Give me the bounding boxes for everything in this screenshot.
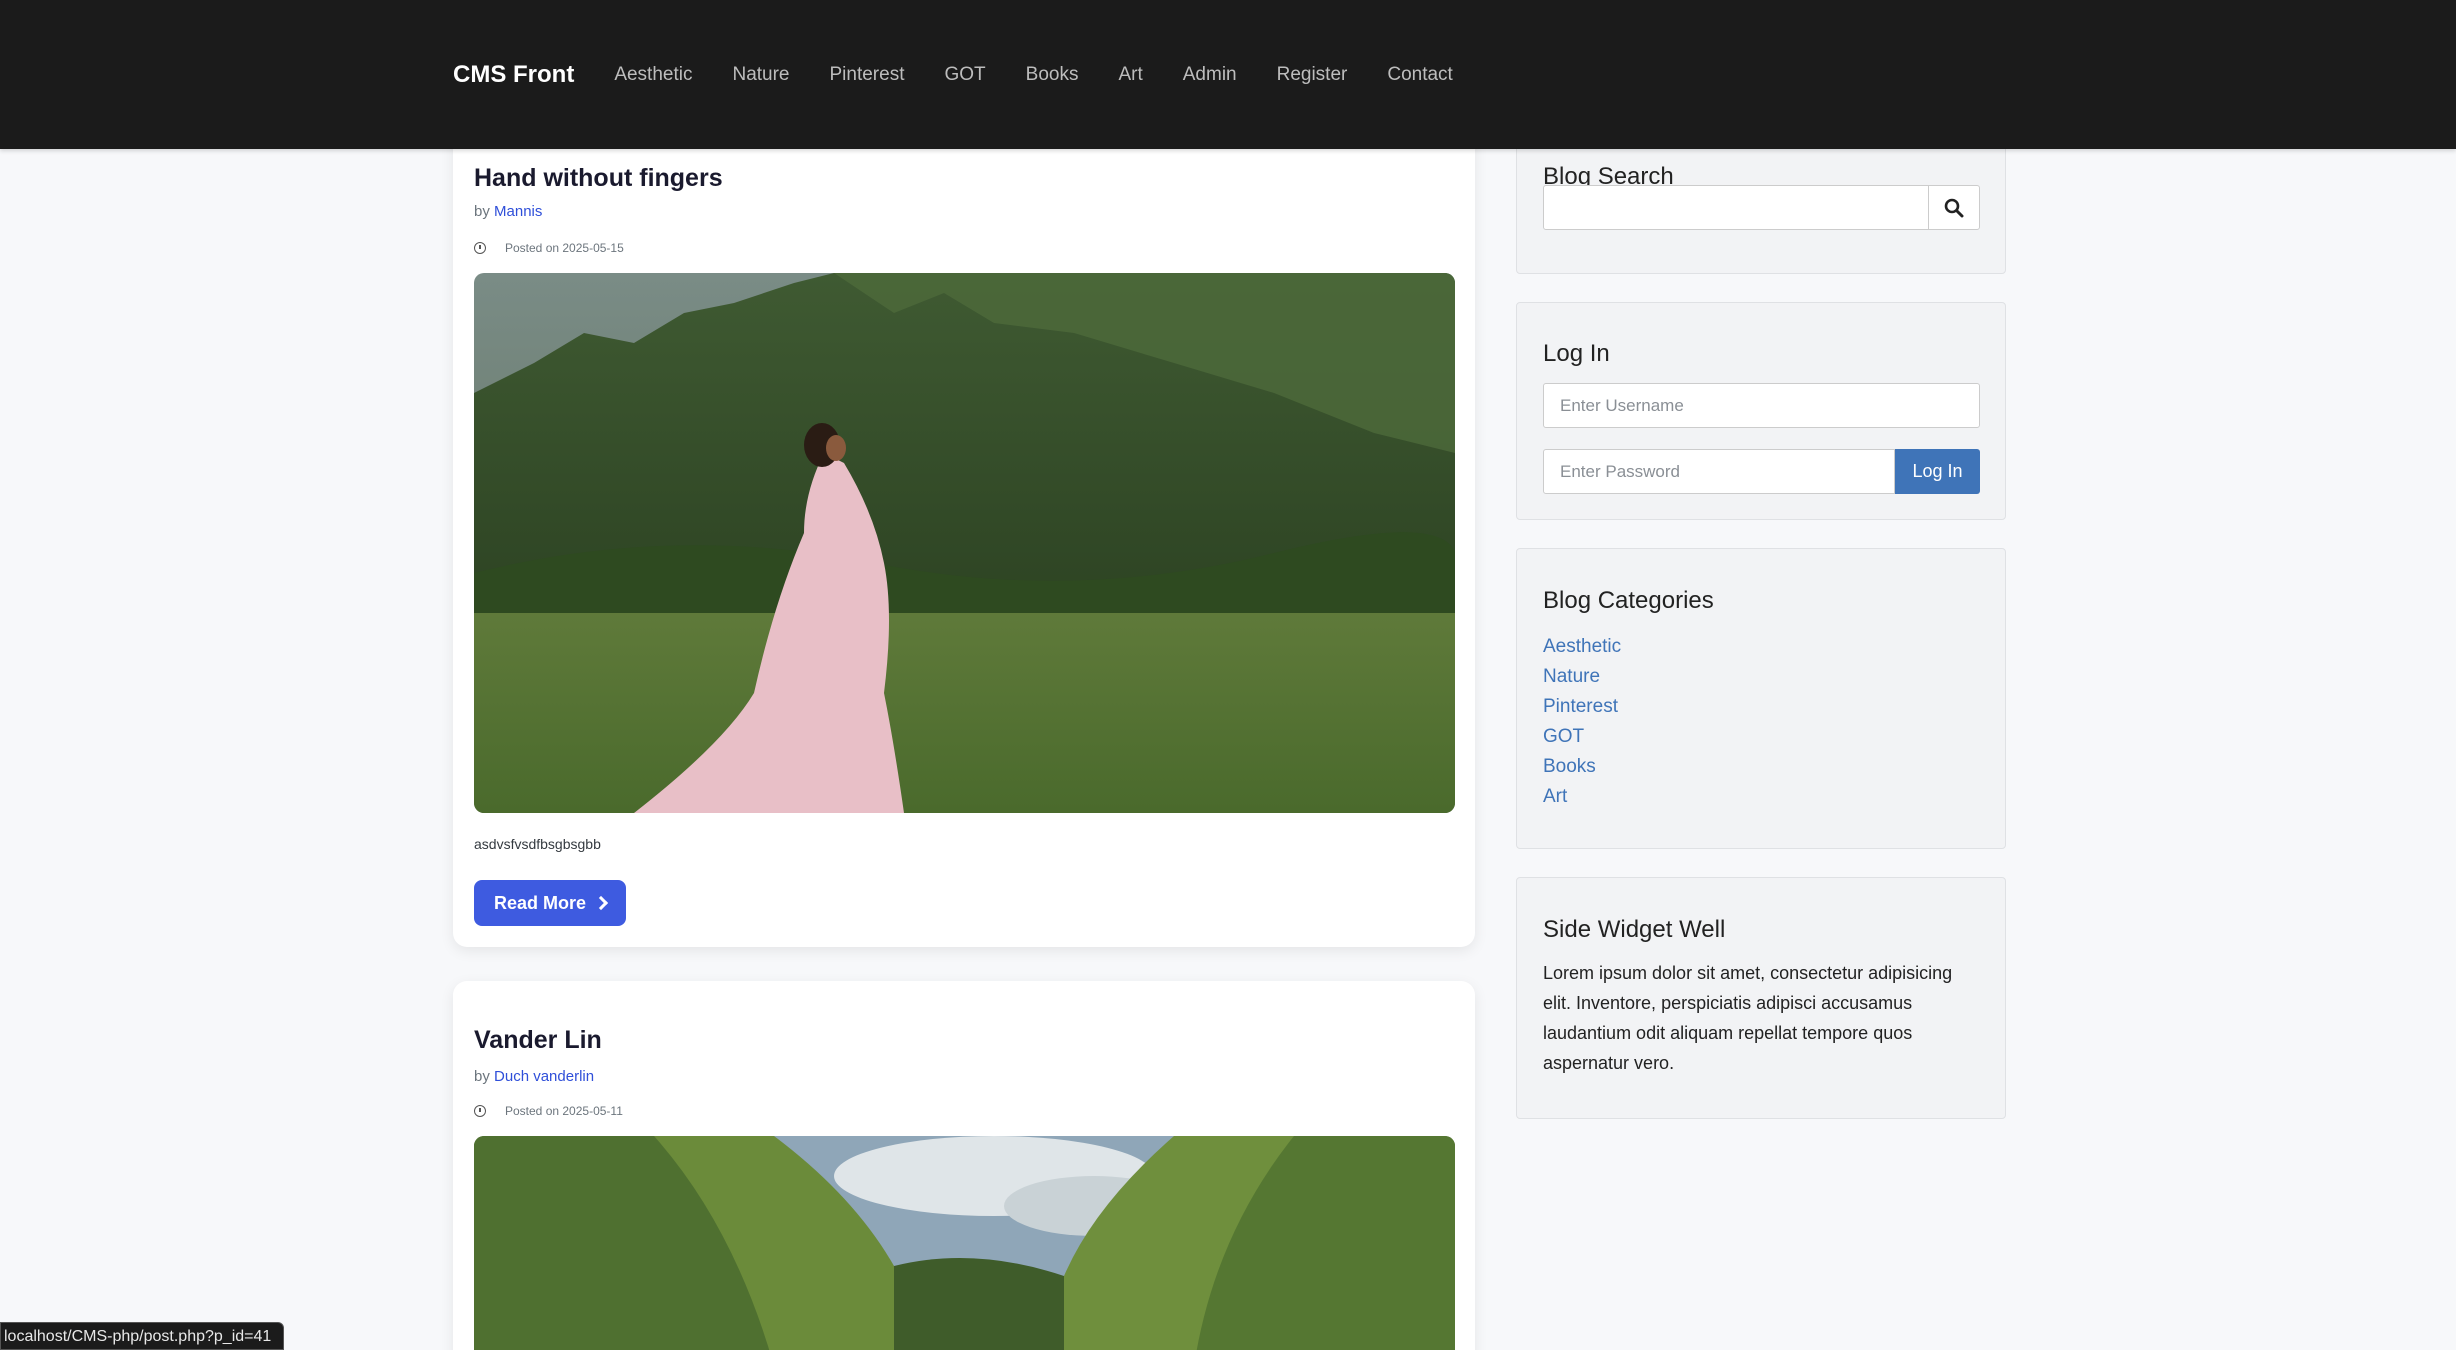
side-widget-title: Side Widget Well [1543,916,1726,943]
search-button[interactable] [1928,185,1980,230]
nav-link-admin[interactable]: Admin [1183,64,1237,86]
top-navbar: CMS Front Aesthetic Nature Pinterest GOT… [0,0,2456,149]
search-icon [1944,198,1964,217]
list-item: Aesthetic [1543,632,1621,662]
clock-icon [474,1105,486,1117]
nav-link-aesthetic[interactable]: Aesthetic [614,64,692,86]
category-list: Aesthetic Nature Pinterest GOT Books Art [1543,632,1621,812]
post-title[interactable]: Hand without fingers [474,164,723,193]
post-image[interactable] [474,1136,1455,1350]
by-label: by [474,1068,490,1085]
list-item: Pinterest [1543,692,1621,722]
post-date-line: Posted on 2025-05-15 [474,241,624,255]
post-title[interactable]: Vander Lin [474,1026,602,1055]
chevron-right-icon [593,895,609,911]
post-date: Posted on 2025-05-15 [505,241,624,255]
category-link-nature[interactable]: Nature [1543,666,1600,687]
post-image[interactable] [474,273,1455,813]
clock-icon [474,242,486,254]
category-link-aesthetic[interactable]: Aesthetic [1543,636,1621,657]
nav-link-pinterest[interactable]: Pinterest [830,64,905,86]
brand-link[interactable]: CMS Front [453,61,574,89]
nav-link-contact[interactable]: Contact [1387,64,1452,86]
post-author-line: by Duch vanderlin [474,1068,594,1085]
category-link-pinterest[interactable]: Pinterest [1543,696,1618,717]
post-date-line: Posted on 2025-05-11 [474,1104,623,1118]
post-date: Posted on 2025-05-11 [505,1104,623,1118]
post-author-line: by Mannis [474,203,542,220]
list-item: Nature [1543,662,1621,692]
login-button[interactable]: Log In [1895,449,1980,494]
username-field[interactable] [1543,383,1980,428]
list-item: Books [1543,752,1621,782]
side-widget-text: Lorem ipsum dolor sit amet, consectetur … [1543,963,1953,1073]
list-item: GOT [1543,722,1621,752]
by-label: by [474,203,490,220]
post-card: Hand without fingers by Mannis Posted on… [453,110,1475,947]
category-link-got[interactable]: GOT [1543,726,1584,747]
search-input[interactable] [1543,185,1929,230]
blog-categories-title: Blog Categories [1543,587,1714,614]
post-excerpt: asdvsfvsdfbsgbsgbb [474,836,601,852]
nav-link-art[interactable]: Art [1118,64,1142,86]
side-widget-well: Side Widget Well Lorem ipsum dolor sit a… [1516,877,2006,1119]
read-more-button[interactable]: Read More [474,880,627,926]
author-link[interactable]: Duch vanderlin [494,1068,594,1085]
post-image-graphic [474,273,1455,813]
category-link-art[interactable]: Art [1543,786,1567,807]
blog-categories-widget: Blog Categories Aesthetic Nature Pintere… [1516,548,2006,849]
post-card: Vander Lin by Duch vanderlin Posted on 2… [453,981,1475,1350]
nav-link-got[interactable]: GOT [944,64,985,86]
nav-link-nature[interactable]: Nature [732,64,789,86]
blog-search-widget: Blog Search [1516,130,2006,274]
nav-link-books[interactable]: Books [1026,64,1079,86]
login-widget: Log In Log In [1516,302,2006,520]
read-more-label: Read More [494,892,587,913]
browser-status-url: localhost/CMS-php/post.php?p_id=41 [0,1322,285,1350]
nav-link-register[interactable]: Register [1277,64,1348,86]
password-field[interactable] [1543,449,1895,494]
list-item: Art [1543,782,1621,812]
login-title: Log In [1543,340,1610,367]
category-link-books[interactable]: Books [1543,756,1596,777]
post-image-graphic [474,1136,1455,1350]
author-link[interactable]: Mannis [494,203,542,220]
